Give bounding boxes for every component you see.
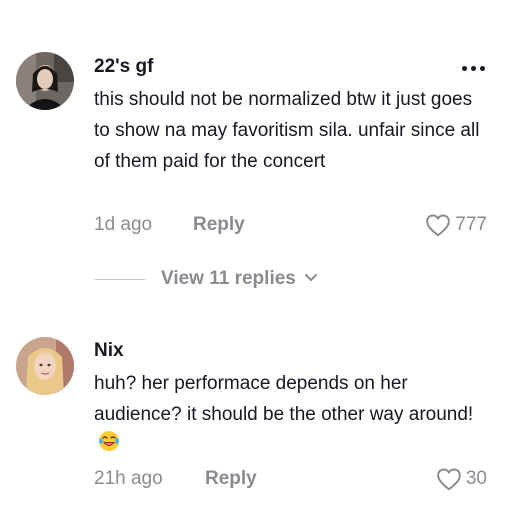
divider-line — [95, 278, 145, 280]
chevron-down-icon — [304, 270, 318, 288]
like-button[interactable]: 30 — [436, 467, 487, 491]
reply-button[interactable]: Reply — [193, 214, 245, 236]
reply-button[interactable]: Reply — [205, 468, 257, 490]
comment-username[interactable]: Nix — [94, 340, 124, 362]
avatar[interactable] — [16, 337, 74, 395]
comment-time: 1d ago — [94, 214, 153, 235]
view-replies-label: View 11 replies — [161, 268, 296, 289]
like-count: 30 — [465, 468, 487, 489]
heart-outline-icon — [426, 214, 451, 237]
comment-username[interactable]: 22's gf — [94, 56, 153, 78]
comment-text-body: huh? her performace depends on her audie… — [94, 373, 474, 425]
like-button[interactable]: 777 — [425, 213, 487, 237]
avatar[interactable] — [16, 52, 74, 110]
comment-text: huh? her performace depends on her audie… — [94, 368, 484, 462]
view-replies-button[interactable]: View 11 replies — [95, 268, 318, 290]
comment-time: 21h ago — [94, 468, 163, 489]
like-count: 777 — [455, 214, 487, 235]
comment-text: this should not be normalized btw it jus… — [94, 89, 480, 172]
heart-outline-icon — [437, 468, 461, 491]
laughing-tears-emoji — [98, 430, 120, 462]
more-dots-icon[interactable] — [462, 66, 485, 71]
